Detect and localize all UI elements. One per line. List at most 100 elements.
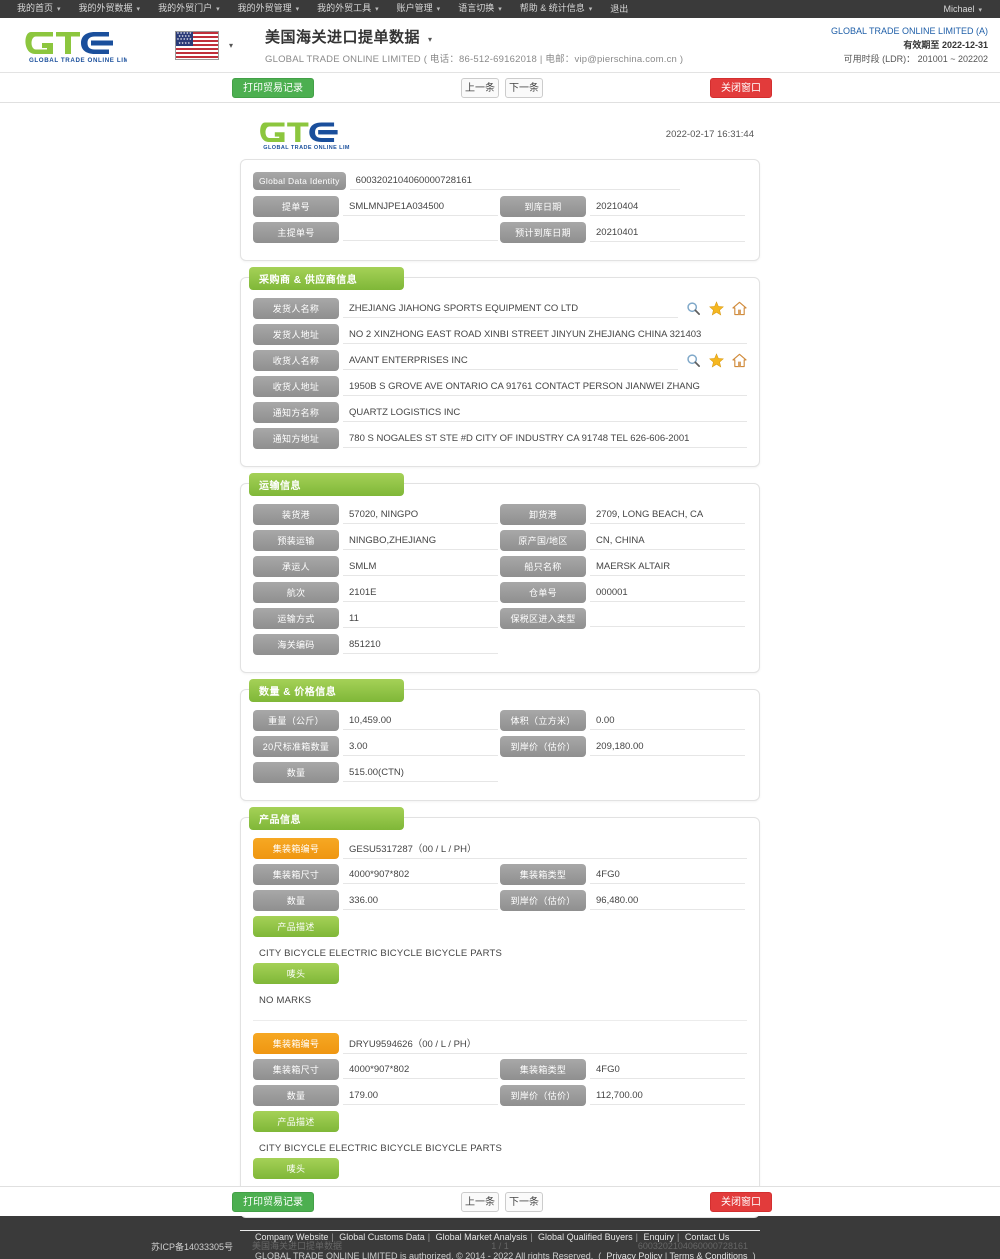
chevron-down-icon: ▾ bbox=[295, 6, 300, 13]
period-label: 可用时段 (LDR)： bbox=[843, 54, 916, 64]
cif-value-label: 到岸价（估价） bbox=[500, 736, 586, 757]
nav-item-home[interactable]: 我的首页 ▾ bbox=[8, 0, 70, 19]
search-icon[interactable] bbox=[686, 301, 701, 316]
container-type-label: 集装箱类型 bbox=[500, 864, 586, 885]
chevron-down-icon: ▾ bbox=[436, 6, 441, 13]
product-cif-value: 96,480.00 bbox=[590, 892, 745, 910]
chevron-down-icon[interactable]: ▾ bbox=[428, 35, 432, 44]
carrier-label: 承运人 bbox=[253, 556, 339, 577]
marks-label: 唛头 bbox=[253, 963, 339, 984]
chevron-down-icon: ▾ bbox=[498, 6, 502, 13]
nav-label-logout: 退出 bbox=[610, 4, 629, 14]
product-qty-cif-row: 数量 179.00 到岸价（估价） 112,700.00 bbox=[253, 1085, 747, 1106]
container-size-label: 集装箱尺寸 bbox=[253, 1059, 339, 1080]
nav-label-trade-tools: 我的外贸工具 bbox=[317, 3, 372, 13]
hs-code-value: 851210 bbox=[343, 636, 498, 654]
shipper-address-row: 发货人地址 NO 2 XINZHONG EAST ROAD XINBI STRE… bbox=[253, 324, 747, 345]
nav-label-language-switch: 语言切换 bbox=[458, 3, 495, 13]
product-quantity-label: 数量 bbox=[253, 890, 339, 911]
container-no-value: GESU5317287（00 / L / PH） bbox=[343, 838, 747, 859]
voyage-label: 航次 bbox=[253, 582, 339, 603]
nav-item-trade-portal[interactable]: 我的外贸门户 ▾ bbox=[149, 0, 229, 19]
consignee-address-value: 1950B S GROVE AVE ONTARIO CA 91761 CONTA… bbox=[343, 378, 747, 396]
next-record-button[interactable]: 下一条 bbox=[505, 78, 543, 98]
teu-count-label: 20尺标准箱数量 bbox=[253, 736, 339, 757]
home-icon[interactable] bbox=[732, 301, 747, 316]
transport-section-title: 运输信息 bbox=[249, 473, 404, 496]
load-port-label: 装货港 bbox=[253, 504, 339, 525]
product-item: 集装箱编号 DRYU9594626（00 / L / PH） 集装箱尺寸 400… bbox=[253, 1033, 747, 1205]
bill-of-lading-no-label: 提单号 bbox=[253, 196, 339, 217]
master-bill-no-label: 主提单号 bbox=[253, 222, 339, 243]
transport-card: 运输信息 装货港 57020, NINGPO 卸货港 2709, LONG BE… bbox=[240, 473, 760, 673]
document-footer-identity: 6003202104060000728161 bbox=[637, 1240, 748, 1251]
volume-value: 0.00 bbox=[590, 712, 745, 730]
consignee-address-label: 收货人地址 bbox=[253, 376, 339, 397]
us-flag-icon: ★★★★★ ★★★★ ★★★★★ ★★★★ bbox=[175, 30, 219, 60]
product-description-label: 产品描述 bbox=[253, 1111, 339, 1132]
shipper-address-label: 发货人地址 bbox=[253, 324, 339, 345]
document-footer: 美国海关进口提单数据 1 / 1 6003202104060000728161 bbox=[240, 1230, 760, 1256]
nav-item-trade-data[interactable]: 我的外贸数据 ▾ bbox=[70, 0, 150, 19]
notify-party-address-label: 通知方地址 bbox=[253, 428, 339, 449]
nav-item-help-stats[interactable]: 帮助 & 统计信息 ▾ bbox=[511, 0, 602, 19]
nav-item-logout[interactable]: 退出 bbox=[601, 0, 637, 18]
container-size-type-row: 集装箱尺寸 4000*907*802 集装箱类型 4FG0 bbox=[253, 1059, 747, 1080]
product-description-value: CITY BICYCLE ELECTRIC BICYCLE BICYCLE PA… bbox=[259, 948, 503, 959]
identity-row: Global Data Identity 6003202104060000728… bbox=[253, 170, 747, 191]
nav-item-trade-management[interactable]: 我的外贸管理 ▾ bbox=[229, 0, 309, 19]
search-icon[interactable] bbox=[686, 353, 701, 368]
quantity-value: 515.00(CTN) bbox=[343, 764, 498, 782]
transport-mode-label: 运输方式 bbox=[253, 608, 339, 629]
nav-label-account-management: 账户管理 bbox=[396, 3, 433, 13]
nav-item-language-switch[interactable]: 语言切换 ▾ bbox=[449, 0, 511, 19]
close-window-button[interactable]: 关闭窗口 bbox=[710, 78, 772, 98]
parties-card: 采购商 & 供应商信息 发货人名称 ZHEJIANG JIAHONG SPORT… bbox=[240, 267, 760, 467]
home-icon[interactable] bbox=[732, 353, 747, 368]
container-size-value: 4000*907*802 bbox=[343, 1061, 498, 1079]
nav-label-trade-data: 我的外贸数据 bbox=[78, 3, 133, 13]
bill-of-lading-document: GLOBAL TRADE ONLINE LIMITED 2022-02-17 1… bbox=[240, 113, 760, 1256]
header-title-block: 美国海关进口提单数据 ▾ GLOBAL TRADE ONLINE LIMITED… bbox=[265, 26, 683, 65]
document-timestamp: 2022-02-17 16:31:44 bbox=[665, 128, 754, 140]
notify-party-name-label: 通知方名称 bbox=[253, 402, 339, 423]
validity-label: 有效期至 bbox=[903, 40, 940, 50]
marks-label: 唛头 bbox=[253, 1158, 339, 1179]
product-desc-label-row: 产品描述 bbox=[253, 1111, 747, 1132]
hs-code-row: 海关编码 851210 bbox=[253, 634, 747, 655]
next-record-button-bottom[interactable]: 下一条 bbox=[505, 1192, 543, 1212]
previous-record-button-bottom[interactable]: 上一条 bbox=[461, 1192, 499, 1212]
nav-item-account-management[interactable]: 账户管理 ▾ bbox=[388, 0, 450, 19]
star-icon[interactable] bbox=[709, 353, 724, 368]
country-selector[interactable]: ★★★★★ ★★★★ ★★★★★ ★★★★ ▾ bbox=[175, 30, 233, 60]
master-bill-no-value bbox=[343, 224, 498, 241]
transport-mode-value: 11 bbox=[343, 610, 498, 628]
container-type-label: 集装箱类型 bbox=[500, 1059, 586, 1080]
gto-logo[interactable]: GLOBAL TRADE ONLINE LIMITED bbox=[0, 26, 150, 64]
bl-row: 提单号 SMLMNJPE1A034500 到库日期 20210404 bbox=[253, 196, 747, 217]
teu-count-value: 3.00 bbox=[343, 738, 498, 756]
hs-code-label: 海关编码 bbox=[253, 634, 339, 655]
print-record-button-bottom[interactable]: 打印贸易记录 bbox=[232, 1192, 314, 1212]
nav-item-trade-tools[interactable]: 我的外贸工具 ▾ bbox=[308, 0, 388, 19]
arrival-date-value: 20210404 bbox=[590, 198, 745, 216]
shipper-name-value: ZHEJIANG JIAHONG SPORTS EQUIPMENT CO LTD bbox=[343, 300, 678, 318]
print-record-button[interactable]: 打印贸易记录 bbox=[232, 78, 314, 98]
volume-label: 体积（立方米） bbox=[500, 710, 586, 731]
manifest-no-label: 仓单号 bbox=[500, 582, 586, 603]
product-marks-label-row: 唛头 bbox=[253, 1158, 747, 1179]
bonded-entry-type-label: 保税区进入类型 bbox=[500, 608, 586, 629]
weight-value: 10,459.00 bbox=[343, 712, 498, 730]
mode-bonded-row: 运输方式 11 保税区进入类型 bbox=[253, 608, 747, 629]
user-menu[interactable]: Michael ▾ bbox=[943, 4, 992, 14]
chevron-down-icon: ▾ bbox=[375, 6, 379, 13]
star-icon[interactable] bbox=[709, 301, 724, 316]
origin-country-value: CN, CHINA bbox=[590, 532, 745, 550]
validity-value: 2022-12-31 bbox=[941, 40, 988, 50]
vessel-name-value: MAERSK ALTAIR bbox=[590, 558, 745, 576]
container-size-value: 4000*907*802 bbox=[343, 866, 498, 884]
unload-port-value: 2709, LONG BEACH, CA bbox=[590, 506, 745, 524]
close-window-button-bottom[interactable]: 关闭窗口 bbox=[710, 1192, 772, 1212]
previous-record-button[interactable]: 上一条 bbox=[461, 78, 499, 98]
product-section-title: 产品信息 bbox=[249, 807, 404, 830]
